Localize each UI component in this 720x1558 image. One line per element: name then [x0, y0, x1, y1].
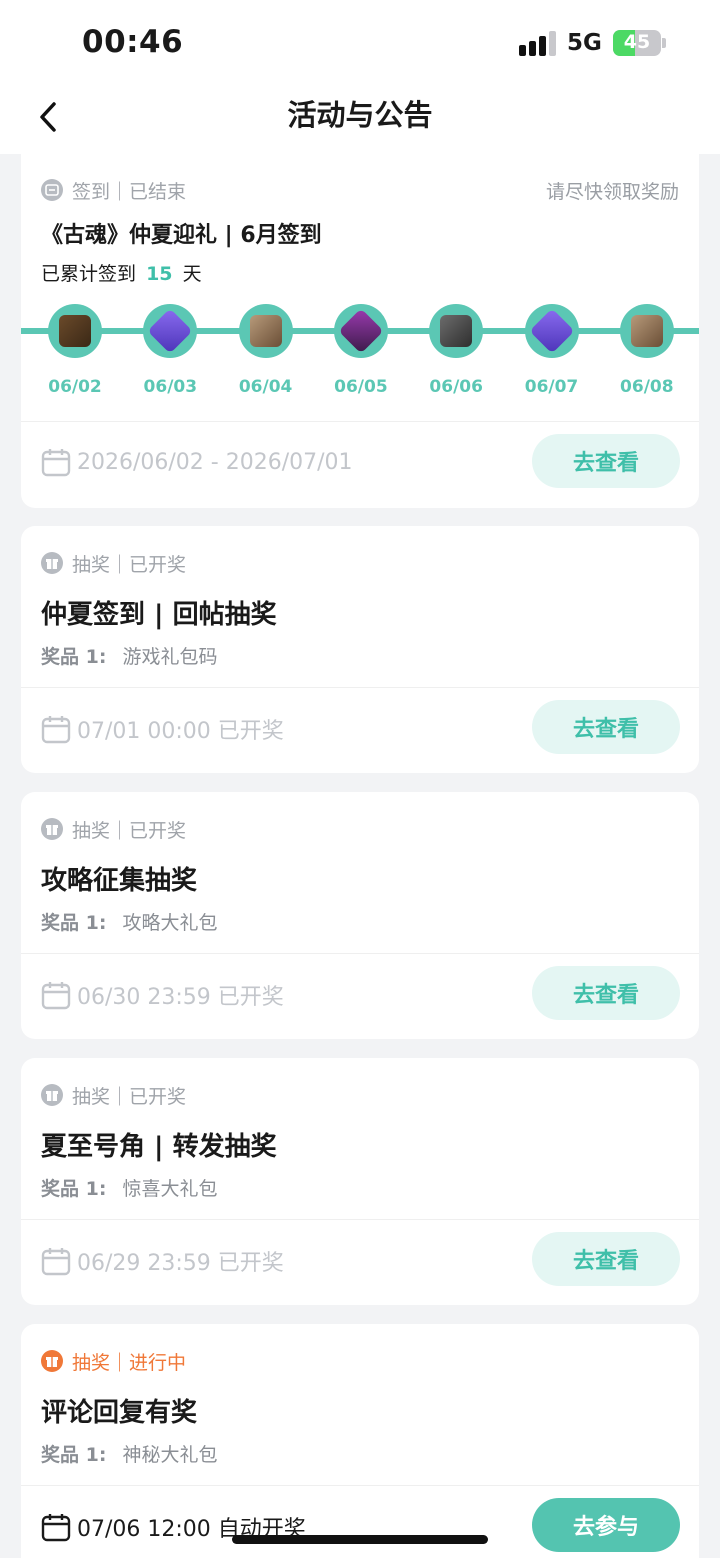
card-type-label: 抽奖｜已开奖: [41, 548, 186, 578]
draw-date-text: 06/30 23:59 已开奖: [77, 985, 284, 1010]
iron-chest-icon: [440, 315, 473, 347]
view-button[interactable]: 去查看: [532, 434, 680, 488]
purple-crystal-icon: [147, 308, 193, 354]
calendar-badge-icon: [41, 179, 63, 201]
signin-day-label: 06/03: [143, 377, 198, 397]
calendar-icon: [41, 716, 71, 744]
lottery-card[interactable]: 抽奖｜已开奖 夏至号角 | 转发抽奖 奖品 1: 惊喜大礼包 06/29 23:…: [21, 1058, 699, 1305]
signin-summary-prefix: 已累计签到: [41, 263, 137, 285]
signal-icon: [519, 31, 556, 56]
gift-icon: [41, 1350, 63, 1372]
home-indicator: [232, 1535, 488, 1544]
treasure-chest-icon: [59, 315, 91, 347]
view-button[interactable]: 去查看: [532, 1232, 680, 1286]
battery-icon: 45: [613, 30, 661, 56]
lottery-card[interactable]: 抽奖｜已开奖 仲夏签到 | 回帖抽奖 奖品 1: 游戏礼包码 07/01 00:…: [21, 526, 699, 773]
prize-name: 神秘大礼包: [122, 1444, 218, 1466]
signin-day-node[interactable]: [48, 304, 102, 358]
card-type-text: 抽奖｜进行中: [72, 1351, 187, 1374]
signin-count: 15: [146, 263, 173, 285]
signin-day-node[interactable]: [429, 304, 484, 358]
card-divider: [21, 421, 699, 422]
signin-day-node[interactable]: [143, 304, 198, 358]
status-time: 00:46: [82, 24, 184, 60]
battery-cap: [662, 38, 666, 48]
prize-name: 惊喜大礼包: [122, 1178, 218, 1200]
join-button[interactable]: 去参与: [532, 1498, 680, 1552]
signin-day-label: 06/02: [48, 377, 102, 397]
calendar-icon: [41, 1514, 71, 1542]
prize-line: 奖品 1: 惊喜大礼包: [41, 1174, 218, 1201]
ore-pouch-icon: [249, 315, 282, 347]
calendar-icon: [41, 449, 71, 477]
claim-reward-hint: 请尽快领取奖励: [545, 181, 679, 203]
signin-day-label: 06/06: [429, 377, 483, 397]
activity-date-range: 2026/06/02 - 2026/07/01: [41, 447, 353, 477]
card-divider: [21, 687, 699, 688]
rune-gem-icon: [338, 308, 384, 354]
gift-icon: [41, 1084, 63, 1106]
prize-label: 奖品 1:: [41, 1178, 107, 1200]
signin-day-label: 06/07: [524, 377, 579, 397]
card-type-label: 抽奖｜已开奖: [41, 1080, 186, 1110]
draw-date: 06/29 23:59 已开奖: [41, 1245, 284, 1277]
view-button[interactable]: 去查看: [532, 700, 680, 754]
card-type-label: 抽奖｜进行中: [41, 1346, 186, 1376]
lottery-card[interactable]: 抽奖｜进行中 评论回复有奖 奖品 1: 神秘大礼包 07/06 12:00 自动…: [21, 1324, 699, 1558]
prize-name: 攻略大礼包: [122, 912, 218, 934]
draw-date-text: 07/01 00:00 已开奖: [77, 719, 284, 744]
lottery-title: 攻略征集抽奖: [41, 866, 198, 896]
prize-label: 奖品 1:: [41, 912, 107, 934]
gift-icon: [41, 552, 63, 574]
prize-line: 奖品 1: 神秘大礼包: [41, 1440, 218, 1467]
signin-day-label: 06/08: [620, 377, 674, 397]
card-divider: [21, 953, 699, 954]
card-type-text: 抽奖｜已开奖: [72, 553, 187, 576]
prize-label: 奖品 1:: [41, 1444, 107, 1466]
ore-pouch-icon: [630, 315, 663, 347]
draw-date-text: 06/29 23:59 已开奖: [77, 1251, 284, 1276]
card-type-text: 抽奖｜已开奖: [72, 1085, 187, 1108]
prize-label: 奖品 1:: [41, 646, 107, 668]
signin-day-node[interactable]: [619, 304, 674, 358]
card-type-label: 抽奖｜已开奖: [41, 814, 186, 844]
prize-line: 奖品 1: 游戏礼包码: [41, 642, 218, 669]
prize-line: 奖品 1: 攻略大礼包: [41, 908, 218, 935]
card-divider: [21, 1219, 699, 1220]
signin-day-node[interactable]: [238, 304, 293, 358]
card-divider: [21, 1485, 699, 1486]
lottery-card[interactable]: 抽奖｜已开奖 攻略征集抽奖 奖品 1: 攻略大礼包 06/30 23:59 已开…: [21, 792, 699, 1039]
prize-name: 游戏礼包码: [122, 646, 218, 668]
signin-summary: 已累计签到 15 天: [41, 259, 202, 286]
battery-level: 45: [623, 31, 651, 53]
signin-day-node[interactable]: [333, 304, 388, 358]
signin-card[interactable]: 签到｜已结束 请尽快领取奖励 《古魂》仲夏迎礼 | 6月签到 已累计签到 15 …: [21, 153, 699, 508]
lottery-title: 仲夏签到 | 回帖抽奖: [41, 600, 277, 630]
signin-day-label: 06/04: [238, 377, 293, 397]
signin-summary-suffix: 天: [182, 263, 202, 285]
network-type: 5G: [567, 30, 602, 56]
lottery-title: 评论回复有奖: [41, 1398, 198, 1428]
view-button[interactable]: 去查看: [532, 966, 680, 1020]
card-type-text: 抽奖｜已开奖: [72, 819, 187, 842]
calendar-icon: [41, 1248, 71, 1276]
date-range-text: 2026/06/02 - 2026/07/01: [77, 449, 353, 475]
signin-title: 《古魂》仲夏迎礼 | 6月签到: [41, 223, 322, 248]
signin-day-node[interactable]: [524, 304, 579, 358]
draw-date: 06/30 23:59 已开奖: [41, 979, 284, 1011]
nav-bar: 活动与公告: [0, 84, 720, 154]
draw-date: 07/01 00:00 已开奖: [41, 713, 284, 745]
purple-crystal-icon: [528, 308, 575, 354]
signin-day-label: 06/05: [334, 377, 388, 397]
card-type-text: 签到｜已结束: [72, 180, 187, 203]
card-type-label: 签到｜已结束: [41, 175, 186, 205]
page-title: 活动与公告: [287, 98, 433, 132]
gift-icon: [41, 818, 63, 840]
lottery-title: 夏至号角 | 转发抽奖: [41, 1132, 277, 1162]
calendar-icon: [41, 982, 71, 1010]
status-bar: 00:46 5G 45: [0, 0, 720, 84]
